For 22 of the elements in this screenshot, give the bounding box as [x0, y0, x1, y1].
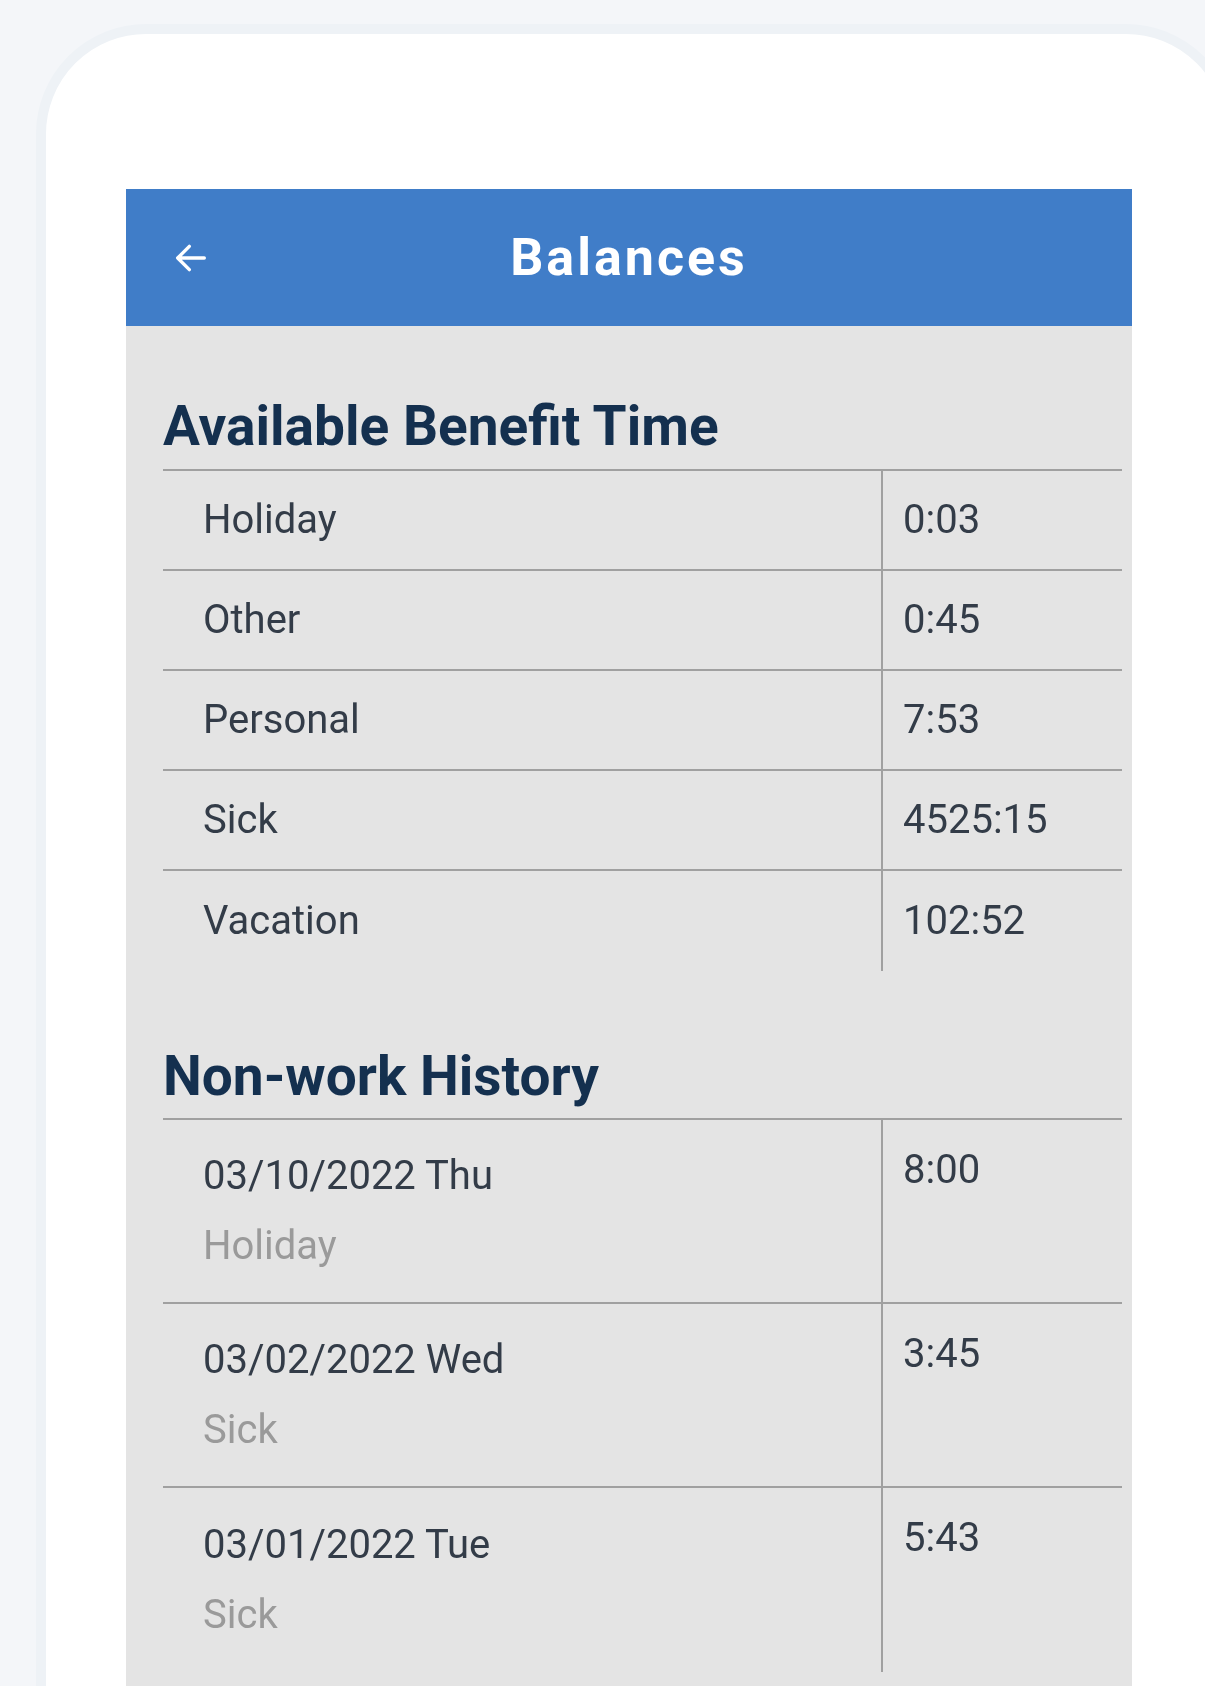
benefit-type: Vacation — [203, 895, 360, 946]
benefit-type: Holiday — [203, 494, 337, 545]
benefit-type: Other — [203, 594, 301, 645]
history-type: Sick — [203, 1410, 279, 1450]
benefit-balance: 7:53 — [903, 694, 981, 745]
history-date: 03/10/2022 Thu — [203, 1156, 494, 1196]
benefit-balance: 0:45 — [903, 594, 981, 645]
history-type: Sick — [203, 1595, 279, 1635]
history-date: 03/01/2022 Tue — [203, 1525, 492, 1565]
benefit-balance: 102:52 — [903, 895, 1026, 946]
section-heading: Available Benefit Time — [163, 393, 720, 460]
history-hours: 5:43 — [903, 1514, 981, 1561]
history-date: 03/02/2022 Wed — [203, 1340, 506, 1380]
history-type: Holiday — [203, 1226, 338, 1266]
benefit-balance: 4525:15 — [903, 794, 1048, 845]
benefit-balance: 0:03 — [903, 494, 981, 545]
history-hours: 3:45 — [903, 1330, 981, 1377]
benefit-type: Personal — [203, 694, 360, 745]
section-heading: Non-work History — [163, 1042, 600, 1110]
history-hours: 8:00 — [903, 1146, 981, 1193]
benefit-type: Sick — [203, 794, 278, 845]
screen-title: Balances — [510, 225, 748, 290]
